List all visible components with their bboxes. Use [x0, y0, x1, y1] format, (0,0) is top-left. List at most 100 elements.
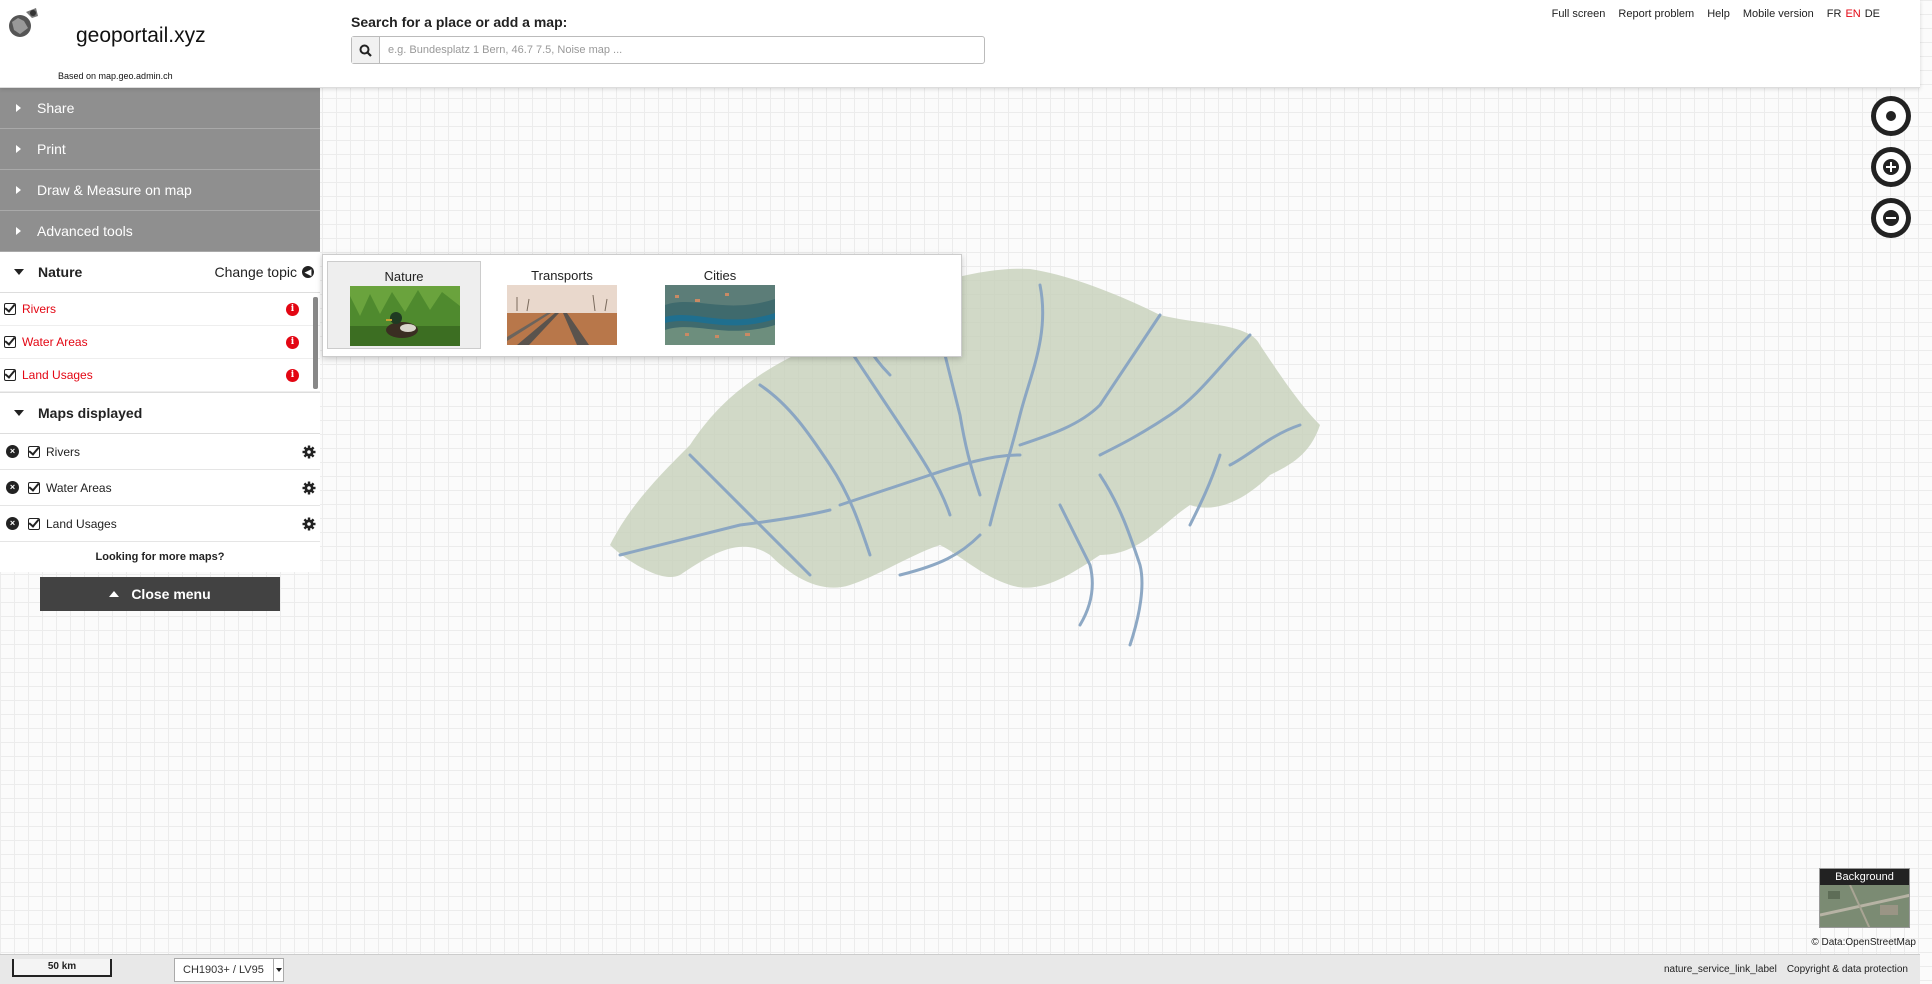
lang-en[interactable]: EN [1845, 8, 1860, 20]
topic-selector-popup: Nature Transports Cities [322, 254, 962, 357]
data-credit[interactable]: © Data:OpenStreetMap [1811, 937, 1916, 948]
info-icon[interactable]: i [286, 368, 299, 382]
menu-item-label: Advanced tools [37, 223, 133, 239]
close-menu-button[interactable]: Close menu [40, 577, 280, 611]
info-icon[interactable]: i [286, 302, 299, 316]
background-label: Background [1820, 869, 1909, 885]
search-input[interactable] [380, 37, 984, 63]
minus-icon [1876, 203, 1906, 233]
topic-card-transports[interactable]: Transports [485, 261, 639, 349]
top-header: geoportail.xyz Based on map.geo.admin.ch… [0, 0, 1920, 88]
search-box [351, 36, 985, 64]
report-problem-link[interactable]: Report problem [1618, 8, 1694, 20]
layers-scrollbar[interactable] [313, 297, 318, 389]
checkbox-checked-icon[interactable] [28, 445, 40, 458]
caret-right-icon [16, 227, 21, 235]
gear-icon[interactable] [302, 481, 316, 495]
help-link[interactable]: Help [1707, 8, 1730, 20]
caret-right-icon [16, 186, 21, 194]
topic-layers-list: Rivers i Water Areas i Land Usages i [0, 293, 320, 393]
topic-card-cities[interactable]: Cities [643, 261, 797, 349]
menu-item-label: Print [37, 141, 66, 157]
top-links: Full screen Report problem Help Mobile v… [1552, 8, 1880, 20]
layer-label: Rivers [22, 302, 57, 316]
checkbox-checked-icon[interactable] [4, 303, 16, 315]
menu-item-print[interactable]: Print [0, 129, 320, 170]
lang-fr[interactable]: FR [1827, 8, 1842, 20]
scale-bar: 50 km [12, 959, 112, 977]
search-label: Search for a place or add a map: [351, 14, 568, 30]
caret-down-icon [14, 269, 24, 275]
search-icon [359, 44, 372, 57]
displayed-map-label: Land Usages [46, 516, 117, 531]
chevron-left-circle-icon: ◀ [302, 266, 314, 278]
topic-layer-water-areas[interactable]: Water Areas i [0, 326, 320, 359]
duck-thumbnail [350, 286, 460, 346]
remove-layer-icon[interactable]: × [6, 517, 19, 530]
fullscreen-link[interactable]: Full screen [1552, 8, 1606, 20]
change-topic-button[interactable]: Change topic ◀ [214, 264, 314, 280]
globe-logo-icon[interactable] [6, 6, 40, 40]
info-icon[interactable]: i [286, 335, 299, 349]
topic-name: Transports [531, 268, 593, 283]
menu-item-label: Draw & Measure on map [37, 182, 192, 198]
zoom-out-button[interactable] [1871, 198, 1911, 238]
topic-name: Nature [384, 269, 424, 284]
layer-label: Land Usages [22, 368, 93, 382]
topic-card-nature[interactable]: Nature [327, 261, 481, 349]
topic-section-header[interactable]: Nature Change topic ◀ [0, 252, 320, 293]
search-button[interactable] [352, 37, 380, 63]
nature-service-link[interactable]: nature_service_link_label [1664, 964, 1777, 975]
geolocate-button[interactable] [1871, 96, 1911, 136]
topic-title: Nature [38, 264, 83, 280]
target-icon [1876, 101, 1906, 131]
mobile-version-link[interactable]: Mobile version [1743, 8, 1814, 20]
aerial-background-thumbnail [1820, 884, 1909, 927]
topic-name: Cities [703, 268, 737, 283]
based-on-note: Based on map.geo.admin.ch [58, 71, 173, 81]
gear-icon[interactable] [302, 517, 316, 531]
background-switcher[interactable]: Background [1819, 868, 1910, 928]
layer-label: Water Areas [22, 335, 88, 349]
more-maps-link[interactable]: Looking for more maps? [0, 542, 320, 572]
projection-select[interactable]: CH1903+ / LV95 [174, 958, 284, 982]
displayed-map-water-areas: × Water Areas [0, 470, 320, 506]
menu-item-advanced-tools[interactable]: Advanced tools [0, 211, 320, 252]
topic-layer-rivers[interactable]: Rivers i [0, 293, 320, 326]
copyright-link[interactable]: Copyright & data protection [1787, 964, 1908, 975]
displayed-map-label: Rivers [46, 444, 81, 459]
zoom-in-button[interactable] [1871, 147, 1911, 187]
checkbox-checked-icon[interactable] [4, 369, 16, 381]
lang-de[interactable]: DE [1865, 8, 1880, 20]
remove-layer-icon[interactable]: × [6, 481, 19, 494]
menu-item-label: Share [37, 100, 75, 116]
menu-item-share[interactable]: Share [0, 88, 320, 129]
footer-bar: 50 km CH1903+ / LV95 nature_service_link… [0, 954, 1920, 984]
checkbox-checked-icon[interactable] [4, 336, 16, 348]
side-menu: Share Print Draw & Measure on map Advanc… [0, 88, 320, 572]
projection-value: CH1903+ / LV95 [183, 964, 264, 976]
footer-links: nature_service_link_label Copyright & da… [1664, 964, 1908, 975]
topic-layer-land-usages[interactable]: Land Usages i [0, 359, 320, 392]
remove-layer-icon[interactable]: × [6, 445, 19, 458]
plus-icon [1876, 152, 1906, 182]
close-menu-label: Close menu [131, 586, 211, 602]
app-title[interactable]: geoportail.xyz [76, 24, 206, 48]
maps-displayed-header[interactable]: Maps displayed [0, 393, 320, 434]
displayed-map-label: Water Areas [46, 480, 112, 495]
displayed-map-land-usages: × Land Usages [0, 506, 320, 542]
caret-up-icon [109, 591, 120, 597]
menu-item-draw-measure[interactable]: Draw & Measure on map [0, 170, 320, 211]
railway-thumbnail [507, 285, 617, 345]
caret-right-icon [16, 104, 21, 112]
language-switcher: FR EN DE [1827, 8, 1880, 20]
change-topic-label: Change topic [214, 264, 297, 280]
maps-displayed-title: Maps displayed [38, 405, 143, 421]
city-aerial-thumbnail [665, 285, 775, 345]
checkbox-checked-icon[interactable] [28, 481, 40, 494]
gear-icon[interactable] [302, 445, 316, 459]
checkbox-checked-icon[interactable] [28, 517, 40, 530]
displayed-map-rivers: × Rivers [0, 434, 320, 470]
caret-right-icon [16, 145, 21, 153]
caret-down-icon [14, 410, 24, 416]
